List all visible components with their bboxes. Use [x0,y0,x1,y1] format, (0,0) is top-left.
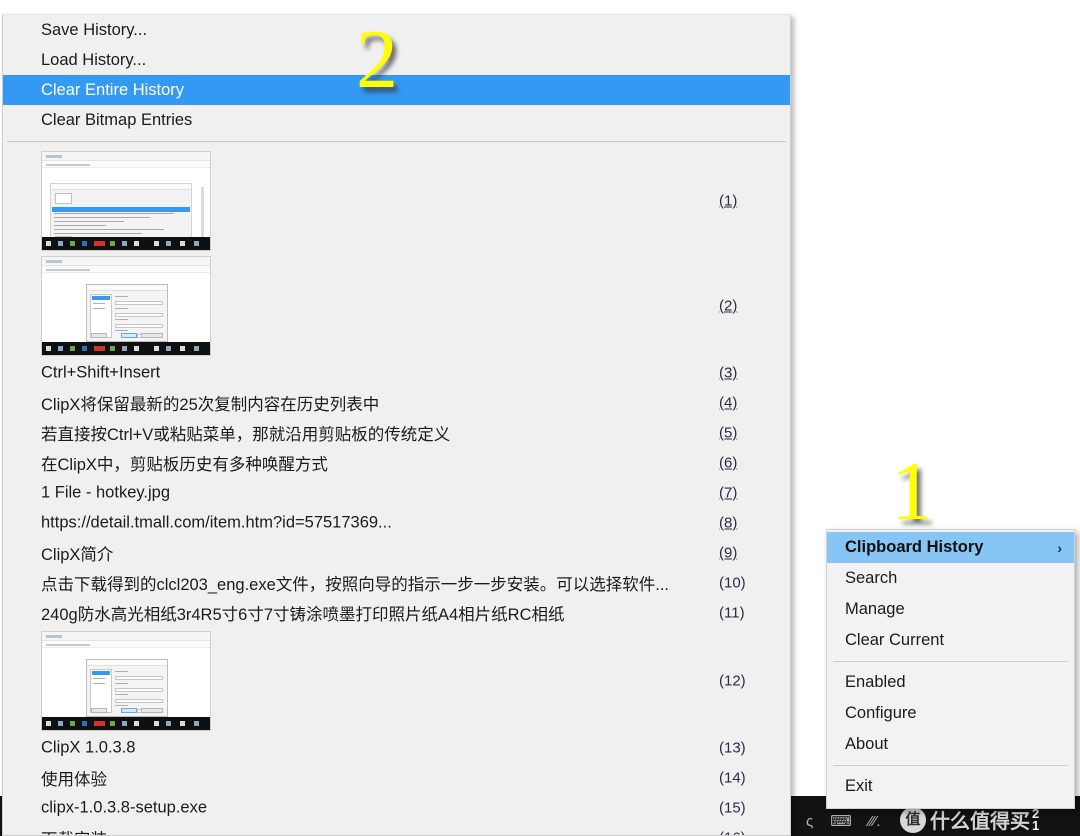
tray-item-label: Clear Current [845,631,945,649]
screen: ς ⌨ ⁄⁄⁄. Save History... Load History...… [0,0,1080,836]
input-method-icon[interactable]: ς [806,814,813,830]
tray-item-search[interactable]: Search [827,563,1074,594]
system-tray[interactable]: ς ⌨ ⁄⁄⁄. [806,814,881,830]
tray-item-clear-current[interactable]: Clear Current [827,625,1074,656]
entry-index: (3) [719,364,738,382]
tray-item-manage[interactable]: Manage [827,594,1074,625]
list-item-label: https://detail.tmall.com/item.htm?id=575… [41,513,392,532]
tray-item-about[interactable]: About [827,729,1074,760]
menu-item-clear-bitmap-entries[interactable]: Clear Bitmap Entries [3,105,790,135]
list-item[interactable]: (12) [3,628,790,733]
list-item[interactable]: (2) [3,253,790,358]
tray-item-label: Manage [845,600,905,618]
entry-index: (16) [719,830,746,836]
menu-item-label: Clear Entire History [41,80,185,99]
tray-item-exit[interactable]: Exit [827,771,1074,802]
entry-index: (14) [719,769,746,787]
tray-item-clipboard-history[interactable]: Clipboard History › [827,532,1074,563]
menu-separator [7,141,786,142]
entry-index: (4) [719,394,738,412]
clipboard-history-menu[interactable]: Save History... Load History... Clear En… [2,14,791,836]
tray-item-enabled[interactable]: Enabled [827,667,1074,698]
list-item-label: ClipX 1.0.3.8 [41,738,136,757]
list-item-label: ClipX简介 [41,546,114,564]
list-item[interactable]: 点击下载得到的clcl203_eng.exe文件，按照向导的指示一步一步安装。可… [3,568,790,598]
entry-index: (15) [719,799,746,817]
list-item-label: ClipX将保留最新的25次复制内容在历史列表中 [41,396,380,414]
clipboard-thumbnail-image [41,255,211,356]
menu-item-load-history[interactable]: Load History... [3,45,790,75]
list-item[interactable]: clipx-1.0.3.8-setup.exe (15) [3,793,790,823]
list-item[interactable]: 下载安装 (16) [3,823,790,836]
list-item[interactable]: Ctrl+Shift+Insert (3) [3,358,790,388]
menu-item-clear-entire-history[interactable]: Clear Entire History [3,75,790,105]
menu-item-label: Clear Bitmap Entries [41,110,193,129]
menu-item-label: Load History... [41,50,147,69]
list-item-label: 下载安装 [41,826,107,835]
list-item-label: 1 File - hotkey.jpg [41,483,171,502]
list-item-label: 点击下载得到的clcl203_eng.exe文件，按照向导的指示一步一步安装。可… [41,576,670,594]
history-menu-commands: Save History... Load History... Clear En… [3,15,790,135]
keyboard-icon[interactable]: ⌨ [830,814,852,830]
tray-item-label: Configure [845,704,917,722]
tray-menu-separator [833,765,1068,766]
list-item[interactable]: ClipX 1.0.3.8 (13) [3,733,790,763]
entry-index: (10) [719,574,746,592]
history-entry-list: (1) (2) Ctrl+Shift+Insert (3) ClipX将保留最新… [3,148,790,836]
entry-index: (11) [719,604,745,622]
wifi-icon[interactable]: ⁄⁄⁄. [869,814,881,830]
tray-menu-separator [833,661,1068,662]
list-item-label: 在ClipX中，剪贴板历史有多种唤醒方式 [41,456,328,474]
entry-index: (9) [719,544,738,562]
clipboard-thumbnail-image [41,150,211,251]
list-item[interactable]: ClipX将保留最新的25次复制内容在历史列表中 (4) [3,388,790,418]
list-item[interactable]: ClipX简介 (9) [3,538,790,568]
entry-index: (7) [719,484,738,502]
list-item-label: 若直接按Ctrl+V或粘贴菜单，那就沿用剪贴板的传统定义 [41,426,451,444]
entry-index: (5) [719,424,738,442]
clipboard-thumbnail-image [41,630,211,731]
menu-item-label: Save History... [41,20,148,39]
tray-item-label: About [845,735,889,753]
list-item[interactable]: 在ClipX中，剪贴板历史有多种唤醒方式 (6) [3,448,790,478]
entry-index: (2) [719,297,738,314]
tray-item-configure[interactable]: Configure [827,698,1074,729]
list-item-label: Ctrl+Shift+Insert [41,363,161,382]
list-item[interactable]: 1 File - hotkey.jpg (7) [3,478,790,508]
tray-item-label: Clipboard History [845,538,984,556]
tray-item-label: Search [845,569,898,587]
menu-item-save-history[interactable]: Save History... [3,15,790,45]
list-item[interactable]: 使用体验 (14) [3,763,790,793]
list-item[interactable]: https://detail.tmall.com/item.htm?id=575… [3,508,790,538]
list-item-label: 使用体验 [41,771,107,789]
annotation-number-1: 1 [891,445,933,538]
list-item-label: clipx-1.0.3.8-setup.exe [41,798,208,817]
list-item[interactable]: 240g防水高光相纸3r4R5寸6寸7寸铸涂喷墨打印照片纸A4相片纸RC相纸 (… [3,598,790,628]
tray-item-label: Enabled [845,673,906,691]
entry-index: (12) [719,672,746,689]
chevron-right-icon: › [1057,539,1062,556]
clipx-tray-context-menu[interactable]: Clipboard History › Search Manage Clear … [826,529,1075,809]
entry-index: (8) [719,514,738,532]
entry-index: (1) [719,192,738,209]
tray-item-label: Exit [845,777,873,795]
entry-index: (13) [719,739,746,757]
list-item-label: 240g防水高光相纸3r4R5寸6寸7寸铸涂喷墨打印照片纸A4相片纸RC相纸 [41,606,565,624]
list-item[interactable]: 若直接按Ctrl+V或粘贴菜单，那就沿用剪贴板的传统定义 (5) [3,418,790,448]
entry-index: (6) [719,454,738,472]
list-item[interactable]: (1) [3,148,790,253]
